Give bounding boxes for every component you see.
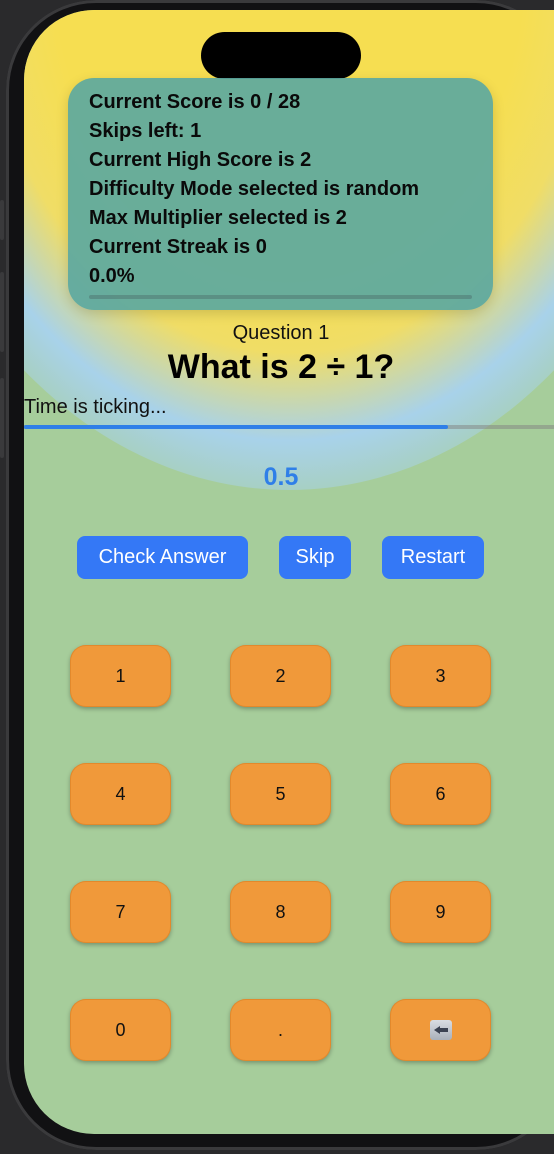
timer-progress-bar <box>24 425 554 429</box>
question-number: Question 1 <box>232 322 330 344</box>
skip-button[interactable]: Skip <box>279 536 351 579</box>
volume-down-button <box>0 378 4 458</box>
current-score: Current Score is 0 / 28 <box>89 91 301 113</box>
keypad-key-decimal[interactable]: . <box>230 999 331 1061</box>
keypad-key-5[interactable]: 5 <box>230 763 331 825</box>
keypad-key-9[interactable]: 9 <box>390 881 491 943</box>
keypad-key-3[interactable]: 3 <box>390 645 491 707</box>
keypad-key-0[interactable]: 0 <box>70 999 171 1061</box>
keypad-key-7[interactable]: 7 <box>70 881 171 943</box>
stats-card: Current Score is 0 / 28 Skips left: 1 Cu… <box>68 78 493 310</box>
answer-display: 0.5 <box>263 463 299 491</box>
dynamic-island <box>201 32 361 79</box>
mute-switch <box>0 200 4 240</box>
max-multiplier: Max Multiplier selected is 2 <box>89 207 347 229</box>
keypad-key-1[interactable]: 1 <box>70 645 171 707</box>
keypad-key-backspace[interactable] <box>390 999 491 1061</box>
keypad-key-6[interactable]: 6 <box>390 763 491 825</box>
question-text: What is 2 ÷ 1? <box>167 348 395 386</box>
score-progress-bar <box>89 295 472 299</box>
current-streak: Current Streak is 0 <box>89 236 267 258</box>
check-answer-button[interactable]: Check Answer <box>77 536 248 579</box>
app-screen: Current Score is 0 / 28 Skips left: 1 Cu… <box>24 10 554 1134</box>
keypad-key-8[interactable]: 8 <box>230 881 331 943</box>
device: Current Score is 0 / 28 Skips left: 1 Cu… <box>0 0 554 1154</box>
restart-button[interactable]: Restart <box>382 536 484 579</box>
timer-label: Time is ticking... <box>24 396 167 418</box>
timer-progress-fill <box>24 425 448 429</box>
skips-left: Skips left: 1 <box>89 120 202 142</box>
keypad-key-4[interactable]: 4 <box>70 763 171 825</box>
backspace-icon <box>429 1020 452 1040</box>
difficulty-mode: Difficulty Mode selected is random <box>89 178 420 200</box>
volume-up-button <box>0 272 4 352</box>
high-score: Current High Score is 2 <box>89 149 312 171</box>
score-percentage: 0.0% <box>89 265 135 287</box>
keypad-key-2[interactable]: 2 <box>230 645 331 707</box>
